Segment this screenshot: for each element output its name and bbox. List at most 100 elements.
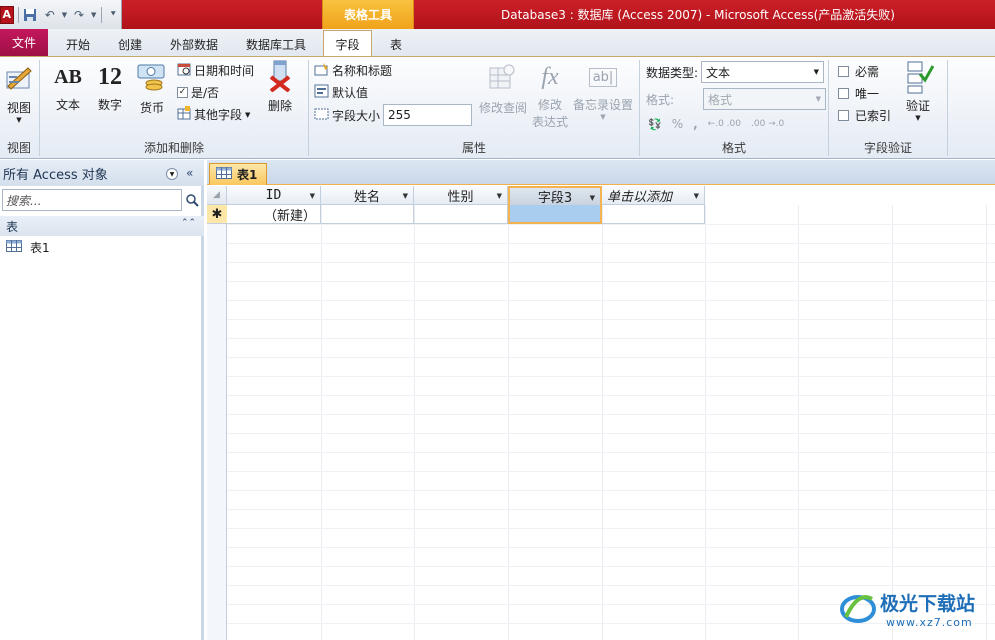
column-header-click-to-add[interactable]: 单击以添加 ▼ xyxy=(602,186,705,205)
grid-line xyxy=(227,414,995,415)
nav-menu-dropdown-icon[interactable]: ▼ xyxy=(166,168,178,180)
column-header-id[interactable]: ID ▼ xyxy=(227,186,321,205)
chevron-down-icon: ▼ xyxy=(245,110,251,119)
tab-table[interactable]: 表 xyxy=(378,32,414,56)
calendar-icon xyxy=(177,62,191,79)
delete-column-icon xyxy=(267,60,293,95)
datetime-field-button[interactable]: 日期和时间 xyxy=(177,62,254,79)
chevron-down-icon[interactable]: ▼ xyxy=(403,192,408,200)
grid-line xyxy=(227,357,995,358)
grid-line xyxy=(227,338,995,339)
increase-decimals-button[interactable]: ←.0 .00 xyxy=(708,119,741,129)
new-record-marker[interactable]: ✱ xyxy=(207,205,227,224)
currency-field-label: 货币 xyxy=(139,101,164,115)
default-value-button[interactable]: 默认值 xyxy=(314,84,368,101)
collapse-group-icon[interactable]: ⌃⌃ xyxy=(181,218,196,228)
undo-dropdown-icon[interactable]: ▼ xyxy=(62,7,68,23)
column-header-field3[interactable]: 字段3 ▼ xyxy=(508,186,602,206)
chevron-down-icon[interactable]: ▼ xyxy=(590,194,595,202)
checkbox-icon xyxy=(838,110,849,121)
text-ab-icon: AB xyxy=(54,65,82,88)
field-size-input[interactable]: 255 xyxy=(383,104,473,126)
delete-field-button[interactable]: 删除 xyxy=(264,60,296,114)
grid-line xyxy=(602,205,603,640)
decrease-decimals-button[interactable]: .00 →.0 xyxy=(751,119,784,129)
memo-ab-icon: ab| xyxy=(588,62,618,92)
grid-line xyxy=(986,205,987,640)
view-button-label: 视图 xyxy=(6,101,31,115)
memo-settings-label: 备忘录设置 xyxy=(572,98,633,112)
fx-icon: fx xyxy=(541,63,559,90)
data-type-label: 数据类型: xyxy=(646,65,699,80)
data-type-select[interactable]: 文本 ▼ xyxy=(701,61,825,83)
tab-create[interactable]: 创建 xyxy=(118,32,142,56)
unique-checkbox[interactable]: 唯一 xyxy=(838,85,879,102)
grid-line xyxy=(227,243,995,244)
tab-fields[interactable]: 字段 xyxy=(323,30,372,57)
select-all-corner[interactable]: ◢ xyxy=(207,186,227,205)
text-field-button[interactable]: AB 文本 xyxy=(52,62,84,113)
new-record-gender-cell[interactable] xyxy=(414,205,508,224)
group-label-view: 视图 xyxy=(6,141,31,155)
column-header-name[interactable]: 姓名 ▼ xyxy=(321,186,414,205)
column-header-gender[interactable]: 性别 ▼ xyxy=(414,186,508,205)
nav-search-input[interactable]: 搜索... xyxy=(2,189,182,211)
tab-database-tools[interactable]: 数据库工具 xyxy=(246,32,306,56)
new-record-name-cell[interactable] xyxy=(321,205,414,224)
redo-icon[interactable]: ↷ xyxy=(71,7,86,23)
chevron-down-icon: ▼ xyxy=(813,68,820,76)
name-caption-button[interactable]: 名称和标题 xyxy=(314,62,392,79)
column-header-label: 姓名 xyxy=(353,189,380,205)
watermark-text: 极光下载站 xyxy=(880,593,976,615)
required-label: 必需 xyxy=(855,65,880,79)
access-app-icon[interactable]: A xyxy=(0,5,14,24)
indexed-label: 已索引 xyxy=(855,109,892,123)
new-record-add-cell[interactable] xyxy=(602,205,705,224)
number-12-icon: 12 xyxy=(98,63,122,90)
table-icon xyxy=(6,239,22,255)
format-select[interactable]: 格式 ▼ xyxy=(703,88,826,110)
indexed-checkbox[interactable]: 已索引 xyxy=(838,107,891,124)
number-field-button[interactable]: 12 数字 xyxy=(94,62,126,113)
redo-dropdown-icon[interactable]: ▼ xyxy=(91,7,97,23)
tab-home[interactable]: 开始 xyxy=(66,32,90,56)
document-tab-table1[interactable]: 表1 xyxy=(209,163,267,185)
number-field-label: 数字 xyxy=(97,98,122,112)
nav-group-tables[interactable]: 表 xyxy=(0,216,204,236)
save-icon[interactable] xyxy=(23,7,38,23)
tab-external-data[interactable]: 外部数据 xyxy=(170,32,218,56)
more-fields-button[interactable]: 其他字段 ▼ xyxy=(177,106,250,123)
new-record-id-cell[interactable]: （新建） xyxy=(227,205,321,224)
undo-icon[interactable]: ↶ xyxy=(42,7,57,23)
format-control: 格式: 格式 ▼ xyxy=(646,88,826,110)
collapse-pane-icon[interactable]: « xyxy=(186,166,193,180)
grid-line xyxy=(892,205,893,640)
currency-field-button[interactable]: 货币 xyxy=(135,62,169,116)
grid-line xyxy=(227,566,995,567)
percent-format-button[interactable]: % xyxy=(672,117,683,131)
document-tab-strip xyxy=(207,160,995,185)
memo-settings-button[interactable]: ab| 备忘录设置 ▼ xyxy=(572,62,634,121)
validation-button[interactable]: 验证 ▼ xyxy=(900,60,936,122)
default-value-icon xyxy=(314,84,329,101)
chevron-down-icon[interactable]: ▼ xyxy=(694,192,699,200)
chevron-down-icon[interactable]: ▼ xyxy=(310,192,315,200)
number-format-buttons: 💱 % , ←.0 .00 .00 →.0 xyxy=(648,117,784,131)
grid-line xyxy=(227,395,995,396)
view-button[interactable]: 视图 ▼ xyxy=(2,62,36,124)
currency-format-icon[interactable]: 💱 xyxy=(648,118,662,131)
search-icon[interactable] xyxy=(183,189,201,211)
modify-expression-button[interactable]: fx 修改 表达式 xyxy=(530,62,570,130)
customize-qat-icon[interactable]: ⯆ xyxy=(106,7,121,23)
modify-lookups-button[interactable]: 修改查阅 xyxy=(478,62,528,116)
required-checkbox[interactable]: 必需 xyxy=(838,63,879,80)
chevron-down-icon[interactable]: ▼ xyxy=(497,192,502,200)
grid-line xyxy=(227,224,995,225)
nav-item-table1[interactable]: 表1 xyxy=(6,238,50,256)
new-record-field3-cell-selected[interactable] xyxy=(508,205,602,224)
navigation-pane-title: 所有 Access 对象 xyxy=(3,167,108,183)
comma-format-button[interactable]: , xyxy=(693,117,698,131)
tab-file[interactable]: 文件 xyxy=(0,29,48,56)
yesno-field-label: 是/否 xyxy=(191,86,220,100)
yesno-field-button[interactable]: ✓ 是/否 xyxy=(177,84,219,101)
